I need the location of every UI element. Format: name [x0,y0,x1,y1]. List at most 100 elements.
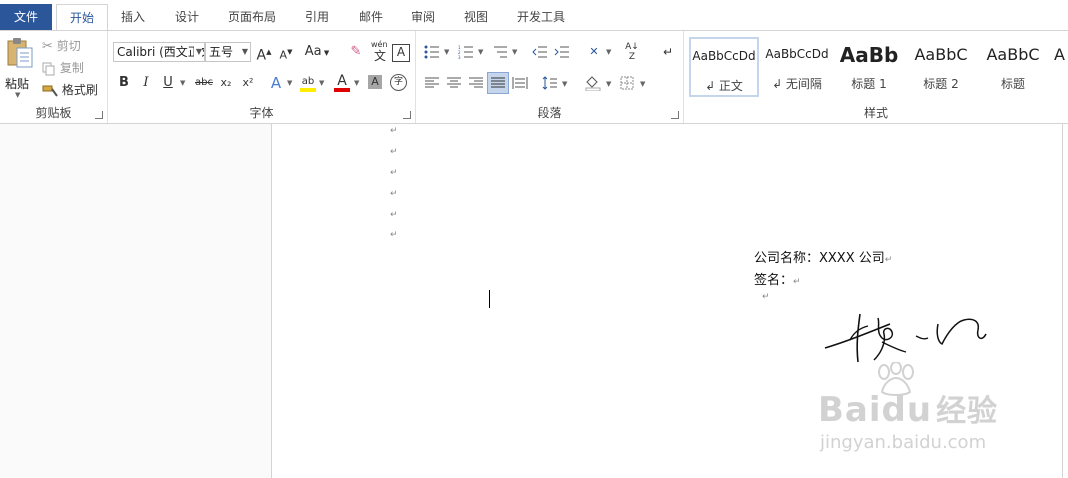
clear-format-button[interactable]: ✎ [346,42,366,62]
clipboard-group-label: 剪贴板 [35,106,72,120]
watermark-brand: Baidu 经验 [818,390,999,430]
bold-button[interactable]: B [114,73,134,93]
align-center-icon[interactable] [446,77,462,89]
show-formatting-button[interactable]: ↵ [658,42,678,62]
chinese-layout-button[interactable]: ✕ [584,42,604,62]
style-normal[interactable]: AaBbCcDd ↲ 正文 [689,37,759,97]
page-margin-left [0,124,272,478]
change-case-button[interactable]: Aa ▼ [304,42,330,62]
superscript-button[interactable]: x² [238,73,258,93]
chevron-down-icon: ▼ [478,48,484,56]
format-painter-label: 格式刷 [61,83,98,97]
paste-icon [7,38,33,68]
phonetic-guide-button[interactable]: wén 文 [370,40,390,64]
paragraph-group: ▼ 123 ▼ ▼ ✕ ▼ A↓ Z ↵ ▼ ▼ ▼ 段落 [416,31,684,123]
enclose-characters-button[interactable]: 字 [390,74,407,91]
paragraph-mark: ↵ [762,292,770,302]
page-edge-right [1062,124,1063,478]
clipboard-dialog-launcher-icon[interactable] [95,111,103,119]
numbering-icon[interactable]: 123 [458,45,474,59]
clipboard-group: 粘贴 ▼ ✂ 剪切 复制 格式刷 剪贴板 [0,31,108,123]
chevron-down-icon: ▼ [606,48,612,56]
font-dialog-launcher-icon[interactable] [403,111,411,119]
document-area[interactable]: ↵ ↵ ↵ ↵ ↵ ↵ 公司名称：XXXX 公司↵ 签名：↵ ↵ Baidu 经验… [0,124,1068,478]
grow-font-button[interactable]: A▲ [254,42,274,64]
font-color-swatch [334,88,350,92]
chevron-down-icon: ▼ [606,80,612,88]
italic-button[interactable]: I [136,73,156,93]
style-no-spacing[interactable]: AaBbCcDd ↲ 无间隔 [762,37,832,97]
align-left-icon[interactable] [424,77,440,89]
brush-icon [42,85,58,97]
font-name-value: Calibri (西文正文) [117,45,204,59]
tab-insert[interactable]: 插入 [110,4,156,30]
style-title[interactable]: AaBbC 标题 [978,37,1048,97]
multilevel-list-icon[interactable] [492,45,508,59]
line-spacing-icon[interactable] [542,76,558,90]
chevron-down-icon: ▼ [180,79,186,87]
text-effects-button[interactable]: A [266,73,286,93]
tab-references[interactable]: 引用 [296,4,338,30]
paragraph-mark: ↵ [793,277,801,287]
font-group-label: 字体 [249,106,274,120]
font-color-button[interactable]: A [332,71,352,92]
copy-button[interactable]: 复制 [42,58,84,78]
bullets-icon[interactable] [424,45,440,59]
tab-review[interactable]: 审阅 [402,4,444,30]
format-painter-button[interactable]: 格式刷 [42,80,98,100]
tab-mailings[interactable]: 邮件 [350,4,392,30]
watermark-url: jingyan.baidu.com [820,432,987,453]
ribbon-tab-bar: 文件 开始 插入 设计 页面布局 引用 邮件 审阅 视图 开发工具 [0,0,1068,32]
tab-file[interactable]: 文件 [0,4,52,30]
tab-view[interactable]: 视图 [455,4,497,30]
signature-line: 签名：↵ [754,273,801,288]
align-justify-icon [491,77,505,88]
caret-up-icon: ▲ [266,48,272,56]
font-group: Calibri (西文正文) ▼ 五号 ▼ A▲ A▼ Aa ▼ ✎ wén 文… [108,31,416,123]
chevron-down-icon: ▼ [193,43,202,61]
styles-group: AaBbCcDd ↲ 正文 AaBbCcDd ↲ 无间隔 AaBb 标题 1 A… [684,31,1068,123]
paragraph-mark: ↵ [884,255,893,265]
cut-button[interactable]: ✂ 剪切 [42,36,81,56]
borders-icon[interactable] [620,76,634,90]
style-subtitle[interactable]: A [1050,37,1068,97]
tab-design[interactable]: 设计 [164,4,210,30]
font-size-combo[interactable]: 五号 ▼ [205,42,251,62]
paste-button[interactable]: 粘贴 ▼ [3,37,35,101]
style-heading-1[interactable]: AaBb 标题 1 [834,37,904,97]
paragraph-mark: ↵ [390,168,398,178]
tab-page-layout[interactable]: 页面布局 [220,4,284,30]
chevron-down-icon: ▼ [15,91,21,99]
underline-button[interactable]: U [158,73,178,93]
paragraph-mark: ↵ [390,126,398,136]
chevron-down-icon: ▼ [319,79,325,87]
highlight-button[interactable]: ab [298,71,318,92]
chevron-down-icon: ▼ [512,48,518,56]
style-heading-2[interactable]: AaBbC 标题 2 [906,37,976,97]
eraser-icon: ✎ [350,44,362,59]
font-name-combo[interactable]: Calibri (西文正文) ▼ [113,42,205,62]
chevron-down-icon: ▼ [321,49,330,57]
sort-button[interactable]: A↓ Z [622,42,642,62]
tab-home[interactable]: 开始 [56,4,108,32]
subscript-button[interactable]: x₂ [216,73,236,93]
distributed-align-icon[interactable] [512,76,528,90]
decrease-indent-icon[interactable] [532,45,548,59]
paragraph-mark: ↵ [390,210,398,220]
justify-button[interactable] [487,72,509,94]
chevron-down-icon: ▼ [444,48,450,56]
tab-developer[interactable]: 开发工具 [508,4,574,30]
shrink-font-button[interactable]: A▼ [276,42,296,62]
chevron-down-icon: ▼ [287,79,293,87]
increase-indent-icon[interactable] [554,45,570,59]
sort-icon: A↓ Z [625,42,639,62]
paragraph-dialog-launcher-icon[interactable] [671,111,679,119]
character-shading-button[interactable]: A [368,75,382,89]
chinese-layout-icon: ✕ [589,45,599,58]
shading-bucket-icon[interactable] [584,75,602,91]
align-right-icon[interactable] [468,77,484,89]
character-border-button[interactable]: A [392,44,410,62]
cut-label: 剪切 [56,39,81,53]
strikethrough-button[interactable]: abc [192,73,216,93]
chevron-down-icon: ▼ [640,80,646,88]
